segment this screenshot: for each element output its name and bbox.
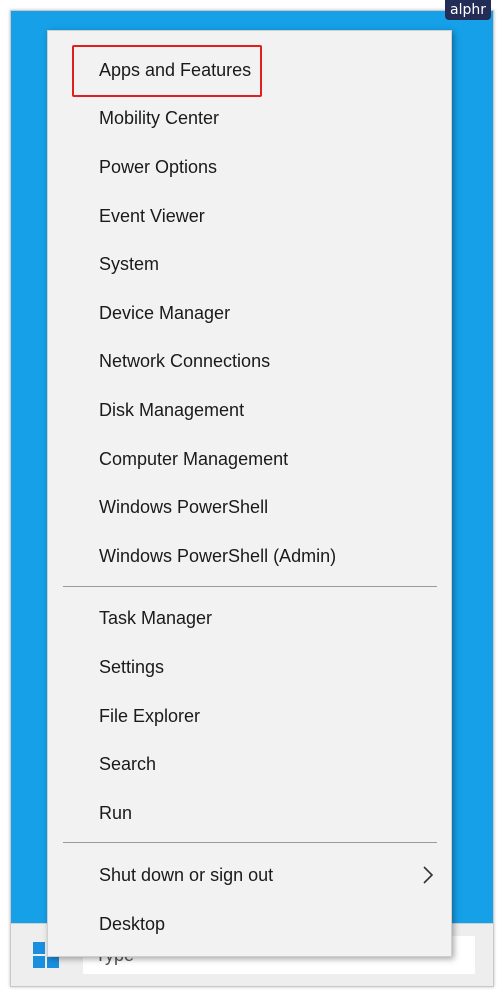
- menu-item-device-manager[interactable]: Device Manager: [48, 293, 451, 333]
- menu-item-task-manager[interactable]: Task Manager: [48, 598, 451, 638]
- winx-context-menu: Apps and Features Mobility Center Power …: [47, 30, 452, 957]
- menu-item-settings[interactable]: Settings: [48, 647, 451, 687]
- menu-separator: [63, 586, 437, 587]
- menu-item-mobility-center[interactable]: Mobility Center: [48, 98, 451, 138]
- menu-item-system[interactable]: System: [48, 244, 451, 284]
- menu-item-search[interactable]: Search: [48, 744, 451, 784]
- menu-item-desktop[interactable]: Desktop: [48, 904, 451, 944]
- menu-item-disk-management[interactable]: Disk Management: [48, 390, 451, 430]
- menu-item-run[interactable]: Run: [48, 793, 451, 833]
- menu-item-power-options[interactable]: Power Options: [48, 147, 451, 187]
- menu-item-apps-and-features[interactable]: Apps and Features: [48, 50, 451, 90]
- menu-item-windows-powershell-admin[interactable]: Windows PowerShell (Admin): [48, 536, 451, 576]
- alphr-badge: alphr: [445, 0, 491, 20]
- menu-separator: [63, 842, 437, 843]
- menu-item-event-viewer[interactable]: Event Viewer: [48, 196, 451, 236]
- menu-item-shut-down-or-sign-out[interactable]: Shut down or sign out: [48, 855, 451, 895]
- menu-item-computer-management[interactable]: Computer Management: [48, 439, 451, 479]
- chevron-right-icon: [423, 866, 434, 884]
- menu-item-windows-powershell[interactable]: Windows PowerShell: [48, 487, 451, 527]
- menu-item-file-explorer[interactable]: File Explorer: [48, 696, 451, 736]
- menu-item-network-connections[interactable]: Network Connections: [48, 341, 451, 381]
- menu-item-label: Shut down or sign out: [99, 865, 274, 885]
